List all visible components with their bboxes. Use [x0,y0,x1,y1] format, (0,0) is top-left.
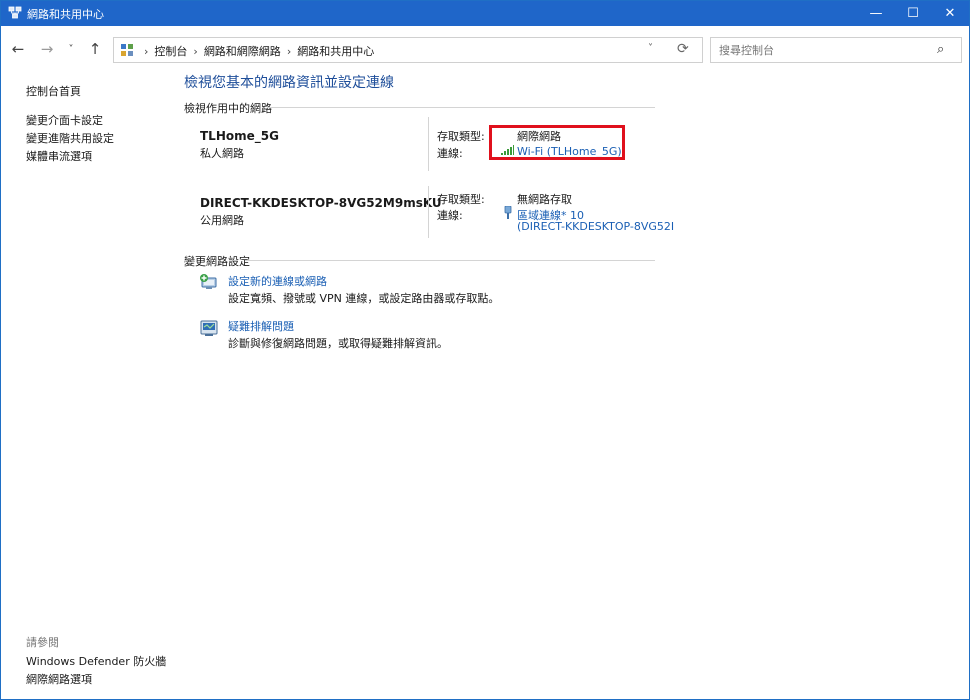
sidebar-item-media-streaming[interactable]: 媒體串流選項 [26,148,92,164]
window-title: 網路和共用中心 [27,8,104,21]
network-category-link[interactable]: 私人網路 [200,145,244,161]
connection-label: 連線: [437,147,463,160]
breadcrumb-control-panel[interactable]: 控制台 [154,45,187,58]
breadcrumb-network-center[interactable]: 網路和共用中心 [297,45,374,58]
troubleshoot-icon [200,320,218,336]
breadcrumb-separator: › [286,45,292,58]
network-name: TLHome_5G [200,129,279,143]
search-box[interactable]: ⌕ [710,37,962,63]
sidebar-item-change-adapter[interactable]: 變更介面卡設定 [26,112,103,128]
page-title: 檢視您基本的網路資訊並設定連線 [184,75,394,91]
minimize-button[interactable]: — [859,1,893,26]
active-networks-divider [267,107,655,108]
close-button[interactable]: ✕ [933,1,967,26]
highlight-annotation [489,125,625,160]
troubleshoot-desc: 診斷與修復網路問題，或取得疑難排解資訊。 [228,337,448,350]
setup-new-connection-desc: 設定寬頻、撥號或 VPN 連線，或設定路由器或存取點。 [228,292,500,305]
window: 網路和共用中心 — ☐ ✕ ← → ˅ ↑ › 控制台 › 網路和網際網路 › 網路和共用… [0,0,970,700]
control-panel-icon [121,44,133,56]
network-divider [428,186,429,238]
access-type-label: 存取類型: [437,130,485,143]
title-bar: 網路和共用中心 — ☐ ✕ [1,1,969,26]
close-icon: ✕ [944,6,956,21]
address-dropdown-icon[interactable]: ˅ [648,43,653,54]
breadcrumb-network-internet[interactable]: 網路和網際網路 [204,45,281,58]
up-button[interactable]: ↑ [85,39,105,59]
local-connection-link-line2[interactable]: (DIRECT-KKDESKTOP-8VG52I [517,220,674,233]
minimize-icon: — [869,6,883,21]
up-arrow-icon: ↑ [88,40,102,58]
new-connection-icon [200,274,217,289]
change-settings-header: 變更網路設定 [184,255,250,268]
network-category-link[interactable]: 公用網路 [200,212,244,228]
breadcrumb-separator: › [193,45,198,58]
address-row: ← → ˅ ↑ › 控制台 › 網路和網際網路 › 網路和共用中心 ˅ ⟳ ⌕ [1,26,969,71]
network-divider [428,117,429,171]
maximize-icon: ☐ [907,6,919,21]
connection-label: 連線: [437,209,463,222]
address-bar[interactable]: › 控制台 › 網路和網際網路 › 網路和共用中心 ˅ ⟳ [113,37,703,63]
see-also-internet-options[interactable]: 網際網路選項 [26,671,92,687]
maximize-button[interactable]: ☐ [896,1,930,26]
network-name: DIRECT-KKDESKTOP-8VG52M9msKU [200,196,442,210]
recent-locations-button[interactable]: ˅ [61,39,81,59]
setup-new-connection-link[interactable]: 設定新的連線或網路 [228,273,327,289]
sidebar-item-control-panel-home[interactable]: 控制台首頁 [26,83,81,99]
troubleshoot-link[interactable]: 疑難排解問題 [228,318,294,334]
chevron-down-icon: ˅ [68,43,74,55]
search-icon[interactable]: ⌕ [937,42,944,57]
see-also-heading: 請參閱 [26,636,59,649]
refresh-icon[interactable]: ⟳ [677,41,689,57]
search-input[interactable] [717,41,931,59]
see-also-firewall[interactable]: Windows Defender 防火牆 [26,653,166,669]
breadcrumb: › 控制台 › 網路和網際網路 › 網路和共用中心 [138,43,374,59]
forward-arrow-icon: → [40,40,54,58]
network-center-app-icon [8,6,22,19]
breadcrumb-separator: › [144,45,149,58]
back-arrow-icon: ← [11,40,25,58]
sidebar-item-advanced-sharing[interactable]: 變更進階共用設定 [26,130,114,146]
access-type-value: 無網路存取 [517,193,572,206]
change-settings-divider [245,260,655,261]
access-type-label: 存取類型: [437,193,485,206]
active-networks-header: 檢視作用中的網路 [184,102,272,115]
back-button[interactable]: ← [8,39,28,59]
forward-button[interactable]: → [37,39,57,59]
ethernet-adapter-icon [504,206,512,219]
